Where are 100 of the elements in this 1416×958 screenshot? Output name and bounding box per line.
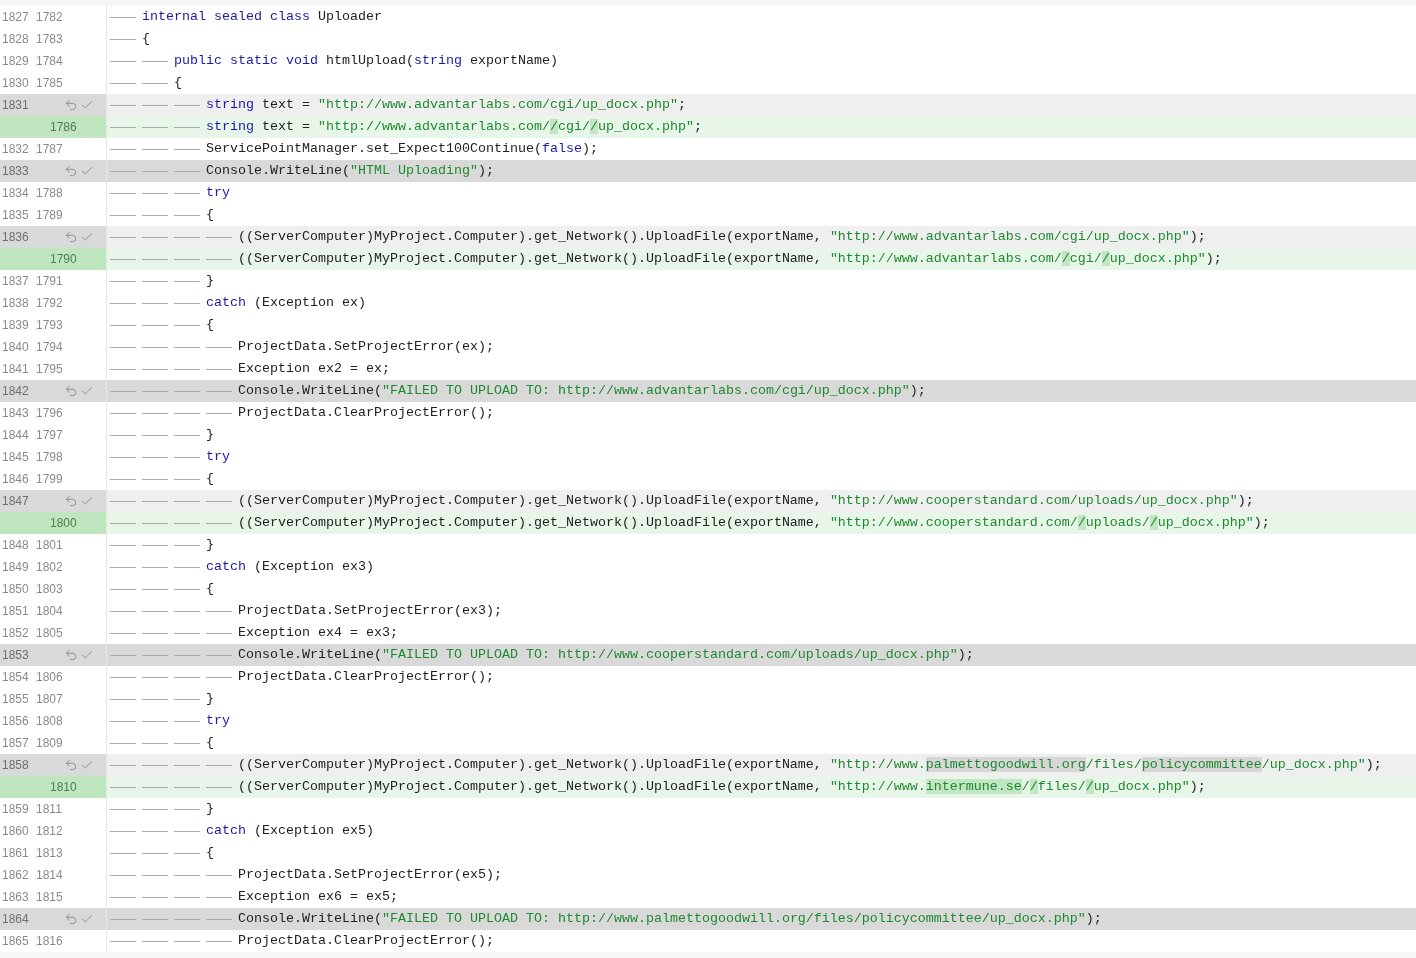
indent-guide (110, 654, 136, 656)
indent-guide (110, 918, 136, 920)
new-line-number: 1806 (36, 669, 63, 686)
indent-guide (110, 500, 136, 502)
indent-guide (206, 940, 232, 942)
indent-guide (110, 830, 136, 832)
old-line-number: 1843 (2, 406, 29, 420)
indent-guide (110, 610, 136, 612)
indent-guide (206, 390, 232, 392)
revert-button[interactable] (64, 494, 78, 508)
indent-guide (110, 874, 136, 876)
code-line: { (206, 470, 214, 488)
revert-button[interactable] (64, 230, 78, 244)
indent-guide (110, 16, 136, 18)
indent-guide (174, 588, 200, 590)
indent-guide (110, 632, 136, 634)
code-line: Exception ex2 = ex; (238, 360, 390, 378)
new-line-number: 1803 (36, 581, 63, 598)
indent-guide (142, 280, 168, 282)
new-line-number: 1795 (36, 361, 63, 378)
old-line-number: 1833 (2, 164, 29, 178)
code-line: ProjectData.ClearProjectError(); (238, 932, 494, 950)
indent-guide (110, 60, 136, 62)
code-line: } (206, 800, 214, 818)
old-line-number: 1844 (2, 428, 29, 442)
code-line: Exception ex6 = ex5; (238, 888, 398, 906)
new-line-number: 1783 (36, 31, 63, 48)
accept-button[interactable] (80, 912, 94, 926)
accept-button[interactable] (80, 648, 94, 662)
indent-guide (142, 60, 168, 62)
indent-guide (110, 456, 136, 458)
old-line-number: 1839 (2, 318, 29, 332)
old-line-number: 1854 (2, 670, 29, 684)
indent-guide (174, 368, 200, 370)
revert-button[interactable] (64, 384, 78, 398)
accept-button[interactable] (80, 230, 94, 244)
indent-guide (110, 940, 136, 942)
revert-button[interactable] (64, 164, 78, 178)
old-line-number: 1848 (2, 538, 29, 552)
indent-guide (142, 522, 168, 524)
indent-guide (174, 434, 200, 436)
revert-button[interactable] (64, 648, 78, 662)
new-line-number: 1802 (36, 559, 63, 576)
new-line-number: 1789 (36, 207, 63, 224)
indent-guide (206, 236, 232, 238)
old-line-number: 1829 (2, 54, 29, 68)
code-line: catch (Exception ex3) (206, 558, 374, 576)
indent-guide (110, 368, 136, 370)
indent-guide (142, 214, 168, 216)
accept-button[interactable] (80, 494, 94, 508)
code-line: catch (Exception ex5) (206, 822, 374, 840)
indent-guide (142, 104, 168, 106)
old-line-number: 1859 (2, 802, 29, 816)
revert-button[interactable] (64, 98, 78, 112)
code-line: { (206, 316, 214, 334)
indent-guide (110, 170, 136, 172)
indent-guide (174, 522, 200, 524)
old-line-number: 1864 (2, 912, 29, 926)
old-line-number: 1858 (2, 758, 29, 772)
indent-guide (142, 324, 168, 326)
indent-guide (206, 918, 232, 920)
new-line-number: 1816 (36, 933, 63, 950)
indent-guide (174, 478, 200, 480)
code-line: string text = "http://www.advantarlabs.com//cgi//up_docx.php"; (206, 118, 702, 136)
old-line-number: 1841 (2, 362, 29, 376)
revert-button[interactable] (64, 912, 78, 926)
indent-guide (142, 720, 168, 722)
code-line: ProjectData.SetProjectError(ex3); (238, 602, 502, 620)
old-line-number: 1851 (2, 604, 29, 618)
new-line-number: 1792 (36, 295, 63, 312)
accept-button[interactable] (80, 164, 94, 178)
indent-guide (110, 786, 136, 788)
code-line: ProjectData.SetProjectError(ex); (238, 338, 494, 356)
new-line-number: 1809 (36, 735, 63, 752)
old-line-number: 1836 (2, 230, 29, 244)
accept-button[interactable] (80, 758, 94, 772)
indent-guide (142, 500, 168, 502)
indent-guide (142, 940, 168, 942)
accept-button[interactable] (80, 98, 94, 112)
indent-guide (206, 676, 232, 678)
code-line: try (206, 448, 230, 466)
old-line-number: 1828 (2, 32, 29, 46)
indent-guide (110, 896, 136, 898)
revert-button[interactable] (64, 758, 78, 772)
code-line: } (206, 426, 214, 444)
indent-guide (110, 544, 136, 546)
code-line: { (206, 206, 214, 224)
code-line: { (174, 74, 182, 92)
code-line: try (206, 184, 230, 202)
indent-guide (206, 764, 232, 766)
indent-guide (110, 588, 136, 590)
indent-guide (206, 368, 232, 370)
indent-guide (110, 148, 136, 150)
indent-guide (142, 412, 168, 414)
indent-guide (174, 918, 200, 920)
indent-guide (110, 390, 136, 392)
indent-guide (174, 720, 200, 722)
code-line: Console.WriteLine("HTML Uploading"); (206, 162, 494, 180)
accept-button[interactable] (80, 384, 94, 398)
indent-guide (174, 566, 200, 568)
